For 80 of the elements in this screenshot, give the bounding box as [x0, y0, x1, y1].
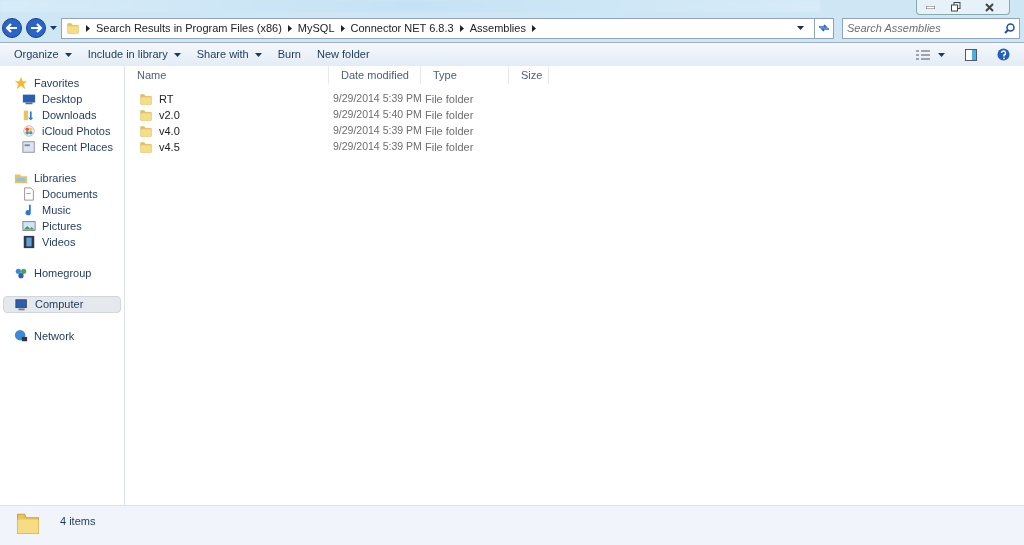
- nav-item[interactable]: Favorites: [0, 75, 124, 91]
- pane-icon: [965, 48, 977, 61]
- type-cell-text: File folder: [424, 107, 475, 123]
- picture-icon: [22, 219, 36, 233]
- toolbar-button[interactable]: Burn: [269, 44, 309, 65]
- folder-icon: [139, 140, 153, 154]
- nav-item[interactable]: Music: [0, 202, 124, 218]
- restore-icon: [951, 2, 961, 12]
- date-cell-text: 9/29/2014 5:39 PM: [332, 91, 421, 107]
- nav-item[interactable]: Pictures: [0, 218, 124, 234]
- star-icon: [14, 76, 28, 90]
- column-header[interactable]: Size: [509, 66, 549, 84]
- nav-item[interactable]: iCloud Photos: [0, 123, 124, 139]
- forward-button[interactable]: [26, 18, 46, 38]
- file-name-cell[interactable]: v4.0: [125, 122, 329, 140]
- column-header[interactable]: Date modified: [329, 66, 421, 84]
- folder-icon: [139, 108, 153, 122]
- close-icon: [984, 2, 994, 12]
- nav-item[interactable]: Videos: [0, 234, 124, 250]
- folder-icon: [139, 92, 153, 106]
- toolbar-button[interactable]: Organize: [6, 44, 80, 65]
- people-icon: [14, 266, 28, 280]
- nav-item[interactable]: Downloads: [0, 107, 124, 123]
- type-cell-text: File folder: [424, 123, 475, 139]
- monitor-icon: [22, 92, 36, 106]
- breadcrumb-link[interactable]: Assemblies: [469, 19, 526, 37]
- chevron-icon: [531, 24, 536, 32]
- globe-icon: [14, 329, 28, 343]
- chevron-icon: [86, 24, 90, 32]
- chevron-icon: [287, 24, 292, 32]
- toolbar-button[interactable]: Share with: [188, 44, 270, 65]
- file-name-cell[interactable]: RT: [125, 90, 329, 108]
- dropdown-caret-icon: [797, 26, 804, 30]
- nav-item[interactable]: Documents: [0, 186, 124, 202]
- list-view-icon: [916, 49, 930, 60]
- nav-item[interactable]: Computer: [3, 296, 121, 313]
- search-icon: [1004, 22, 1015, 34]
- breadcrumb-link[interactable]: MySQL: [297, 19, 335, 37]
- window-icon: [22, 140, 36, 154]
- computer-icon: [15, 297, 29, 312]
- nav-item[interactable]: Desktop: [0, 91, 124, 107]
- help-icon: [997, 48, 1010, 61]
- right-arrow-icon: [30, 23, 42, 33]
- document-icon: [22, 187, 36, 201]
- folder-icon: [139, 124, 153, 138]
- caret-icon: [173, 52, 181, 57]
- nav-item[interactable]: Libraries: [0, 170, 124, 186]
- refresh-arrows-icon: [818, 22, 830, 34]
- download-folder-icon: [22, 108, 36, 122]
- search-field[interactable]: Search Assemblies: [842, 17, 1020, 39]
- caret-icon: [64, 52, 72, 57]
- date-cell-text: 9/29/2014 5:39 PM: [332, 139, 421, 155]
- toolbar-button[interactable]: Include in library: [79, 44, 189, 65]
- column-header[interactable]: Type: [421, 66, 509, 84]
- minimize-icon: [925, 5, 935, 9]
- flower-icon: [22, 124, 36, 138]
- nav-item[interactable]: Homegroup: [0, 265, 124, 281]
- nav-item[interactable]: Network: [0, 328, 124, 344]
- folder-icon: [66, 21, 80, 35]
- back-button[interactable]: [2, 18, 22, 38]
- breadcrumb-link[interactable]: Search Results in Program Files (x86): [96, 19, 282, 37]
- caret-icon: [254, 52, 262, 57]
- left-arrow-icon: [6, 23, 18, 33]
- type-cell-text: File folder: [424, 91, 475, 107]
- date-cell-text: 9/29/2014 5:39 PM: [332, 123, 421, 139]
- item-count: 4 items: [60, 514, 96, 529]
- chevron-icon: [459, 24, 464, 32]
- toolbar-button[interactable]: New folder: [308, 44, 378, 65]
- address-bar[interactable]: Search Results in Program Files (x86) MySQL Connector NET 6.8.3 Assemblies: [61, 17, 834, 39]
- nav-item[interactable]: Recent Places: [0, 139, 124, 155]
- type-cell-text: File folder: [424, 139, 475, 155]
- file-name-cell[interactable]: v4.5: [125, 138, 329, 156]
- film-icon: [22, 235, 36, 249]
- caret-icon: [938, 52, 945, 57]
- column-header[interactable]: Name: [125, 66, 329, 84]
- file-name-cell[interactable]: v2.0: [125, 106, 329, 124]
- caret-icon: [50, 26, 57, 30]
- chevron-icon: [340, 24, 345, 32]
- date-cell-text: 9/29/2014 5:40 PM: [332, 107, 421, 123]
- breadcrumb-link[interactable]: Connector NET 6.8.3: [350, 19, 454, 37]
